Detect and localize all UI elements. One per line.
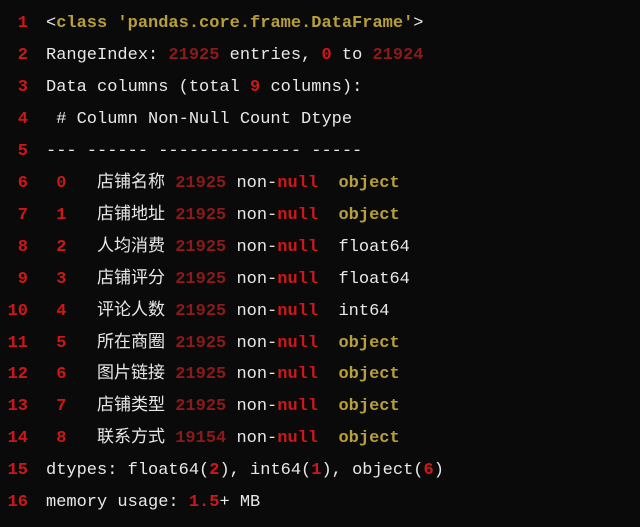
col-name: 所在商圈	[97, 334, 165, 353]
column-row: 14 8 联系方式 19154 non-null object	[0, 423, 640, 455]
line-number: 14	[0, 423, 46, 455]
col-count: 21925	[175, 174, 226, 193]
col-count: 21925	[175, 302, 226, 321]
col-index: 3	[56, 270, 66, 289]
col-dtype: float64	[338, 238, 409, 257]
line-number: 1	[0, 8, 46, 40]
col-dtype: object	[338, 334, 399, 353]
code-output: 1<class 'pandas.core.frame.DataFrame'>2R…	[0, 8, 640, 519]
line-number: 5	[0, 136, 46, 168]
column-row: 11 5 所在商圈 21925 non-null object	[0, 328, 640, 360]
col-name: 店铺类型	[97, 397, 165, 416]
col-count: 21925	[175, 334, 226, 353]
column-row: 9 3 店铺评分 21925 non-null float64	[0, 264, 640, 296]
memory-usage: 16memory usage: 1.5+ MB	[0, 487, 640, 519]
col-dtype: object	[338, 206, 399, 225]
col-dtype: float64	[338, 270, 409, 289]
col-count: 21925	[175, 238, 226, 257]
class-keyword: class	[56, 14, 107, 33]
col-index: 0	[56, 174, 66, 193]
column-row: 8 2 人均消费 21925 non-null float64	[0, 232, 640, 264]
col-name: 店铺地址	[97, 206, 165, 225]
code-line: 2RangeIndex: 21925 entries, 0 to 21924	[0, 40, 640, 72]
code-line: 5--- ------ -------------- -----	[0, 136, 640, 168]
col-count: 21925	[175, 270, 226, 289]
line-number: 9	[0, 264, 46, 296]
range-max: 21924	[372, 46, 423, 65]
col-dtype: object	[338, 429, 399, 448]
null-keyword: null	[277, 174, 318, 193]
col-name: 人均消费	[97, 238, 165, 257]
col-name: 图片链接	[97, 365, 165, 384]
column-count: 9	[250, 78, 260, 97]
col-count: 21925	[175, 206, 226, 225]
column-row: 6 0 店铺名称 21925 non-null object	[0, 168, 640, 200]
line-number: 10	[0, 296, 46, 328]
col-name: 店铺评分	[97, 270, 165, 289]
null-keyword: null	[277, 206, 318, 225]
line-number: 4	[0, 104, 46, 136]
col-index: 5	[56, 334, 66, 353]
null-keyword: null	[277, 365, 318, 384]
class-name: pandas.core.frame.DataFrame	[128, 14, 403, 33]
col-name: 评论人数	[97, 302, 165, 321]
line-number: 8	[0, 232, 46, 264]
line-number: 15	[0, 455, 46, 487]
col-count: 21925	[175, 365, 226, 384]
header-row: # Column Non-Null Count Dtype	[46, 110, 352, 129]
null-keyword: null	[277, 302, 318, 321]
line-number: 12	[0, 359, 46, 391]
col-index: 2	[56, 238, 66, 257]
col-count: 21925	[175, 397, 226, 416]
line-number: 3	[0, 72, 46, 104]
col-index: 6	[56, 365, 66, 384]
line-number: 11	[0, 328, 46, 360]
col-name: 店铺名称	[97, 174, 165, 193]
line-number: 6	[0, 168, 46, 200]
column-row: 7 1 店铺地址 21925 non-null object	[0, 200, 640, 232]
col-dtype: object	[338, 174, 399, 193]
col-count: 19154	[175, 429, 226, 448]
col-index: 8	[56, 429, 66, 448]
null-keyword: null	[277, 397, 318, 416]
col-name: 联系方式	[97, 429, 165, 448]
col-dtype: int64	[338, 302, 389, 321]
col-index: 4	[56, 302, 66, 321]
col-index: 7	[56, 397, 66, 416]
col-dtype: object	[338, 365, 399, 384]
null-keyword: null	[277, 270, 318, 289]
column-row: 13 7 店铺类型 21925 non-null object	[0, 391, 640, 423]
line-number: 16	[0, 487, 46, 519]
code-line: 3Data columns (total 9 columns):	[0, 72, 640, 104]
null-keyword: null	[277, 334, 318, 353]
range-total: 21925	[168, 46, 219, 65]
line-number: 2	[0, 40, 46, 72]
memory-value: 1.5	[189, 493, 220, 512]
line-number: 7	[0, 200, 46, 232]
line-number: 13	[0, 391, 46, 423]
column-row: 10 4 评论人数 21925 non-null int64	[0, 296, 640, 328]
dtypes-summary: 15dtypes: float64(2), int64(1), object(6…	[0, 455, 640, 487]
null-keyword: null	[277, 429, 318, 448]
col-index: 1	[56, 206, 66, 225]
col-dtype: object	[338, 397, 399, 416]
column-row: 12 6 图片链接 21925 non-null object	[0, 359, 640, 391]
null-keyword: null	[277, 238, 318, 257]
code-line: 1<class 'pandas.core.frame.DataFrame'>	[0, 8, 640, 40]
code-line: 4 # Column Non-Null Count Dtype	[0, 104, 640, 136]
divider-row: --- ------ -------------- -----	[46, 142, 362, 161]
